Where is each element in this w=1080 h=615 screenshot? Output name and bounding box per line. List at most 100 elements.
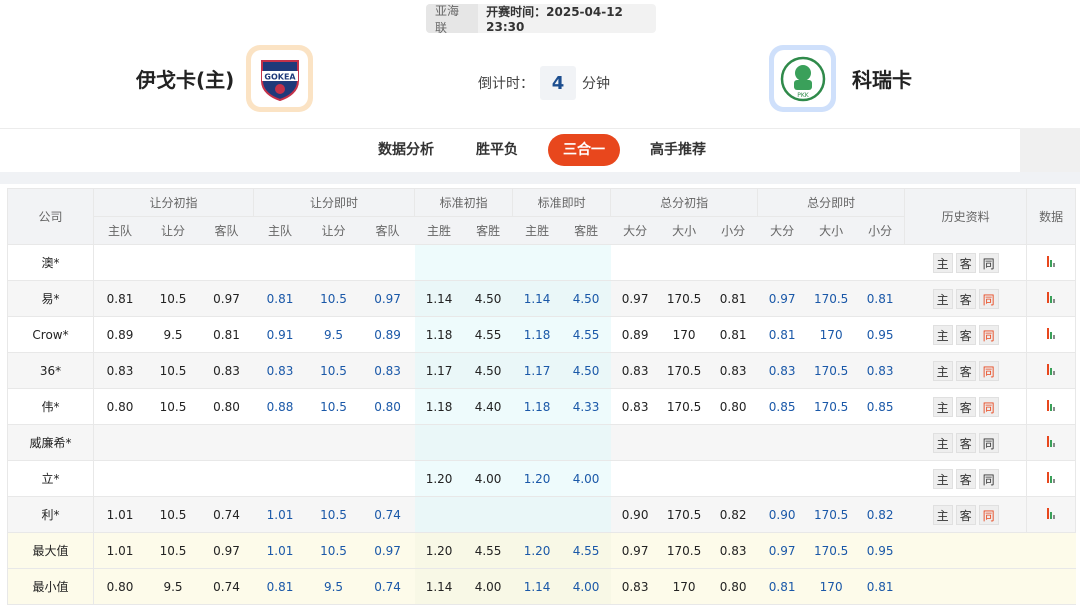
history-away-button[interactable]: 客 — [955, 324, 976, 345]
tab-win-draw-lose[interactable]: 胜平负 — [462, 134, 532, 166]
handicap-live-value: 1.01 — [253, 496, 307, 533]
handicap-live-value: 0.97 — [360, 532, 415, 569]
data-chart-cell[interactable] — [1026, 460, 1077, 497]
total-live-value: 0.85 — [757, 388, 807, 425]
handicap-live-value: 0.89 — [360, 316, 415, 353]
standard-live-value: 4.00 — [561, 568, 611, 605]
history-away-button[interactable]: 客 — [955, 360, 976, 381]
bar-chart-icon[interactable] — [1047, 471, 1056, 483]
table-row: 利* 1.01 10.5 0.74 1.01 10.5 0.74 0.90 170.5 0.82 0… — [7, 496, 1077, 533]
standard-live-value — [561, 424, 611, 461]
bar-chart-icon[interactable] — [1047, 255, 1056, 267]
data-chart-cell[interactable] — [1026, 424, 1077, 461]
total-live-value: 170.5 — [806, 532, 856, 569]
bar-chart-icon[interactable] — [1047, 291, 1056, 303]
history-home-button[interactable]: 主 — [932, 324, 953, 345]
history-same-button[interactable]: 同 — [978, 288, 999, 309]
sub-total-live-0: 大分 — [757, 216, 807, 245]
history-away-button[interactable]: 客 — [955, 504, 976, 525]
standard-initial-value: 1.18 — [414, 388, 464, 425]
standard-initial-value — [463, 424, 513, 461]
total-initial-value: 0.82 — [708, 496, 758, 533]
standard-live-value: 4.33 — [561, 388, 611, 425]
total-initial-value — [659, 424, 709, 461]
handicap-initial-value: 0.80 — [93, 568, 147, 605]
total-live-value: 0.95 — [855, 316, 905, 353]
handicap-live-value: 10.5 — [306, 280, 361, 317]
tab-data-analysis[interactable]: 数据分析 — [366, 134, 446, 166]
history-home-button[interactable]: 主 — [932, 432, 953, 453]
bar-chart-icon[interactable] — [1047, 327, 1056, 339]
history-cell: 主客同 — [904, 424, 1028, 461]
handicap-initial-value: 0.74 — [199, 568, 254, 605]
col-standard-live: 标准即时 — [512, 188, 612, 217]
history-away-button[interactable]: 客 — [955, 288, 976, 309]
total-live-value — [757, 460, 807, 497]
history-away-button[interactable]: 客 — [955, 396, 976, 417]
home-team-name[interactable]: 伊戈卡(主) — [136, 64, 234, 93]
total-initial-value: 0.83 — [610, 568, 660, 605]
history-cell: 主客同 — [904, 244, 1028, 281]
history-cell: 主客同 — [904, 352, 1028, 389]
history-home-button[interactable]: 主 — [932, 504, 953, 525]
data-chart-cell[interactable] — [1026, 316, 1077, 353]
league-tag[interactable]: 亚海联 — [426, 4, 479, 35]
bar-chart-icon[interactable] — [1047, 435, 1056, 447]
data-chart-cell[interactable] — [1026, 388, 1077, 425]
standard-live-value: 4.55 — [561, 532, 611, 569]
history-same-button[interactable]: 同 — [978, 396, 999, 417]
away-team-logo[interactable]: PKK — [769, 45, 836, 112]
handicap-initial-value: 10.5 — [146, 280, 200, 317]
bar-chart-icon[interactable] — [1047, 399, 1056, 411]
handicap-initial-value — [146, 244, 200, 281]
history-home-button[interactable]: 主 — [932, 396, 953, 417]
history-home-button[interactable]: 主 — [932, 468, 953, 489]
data-chart-cell[interactable] — [1026, 280, 1077, 317]
sub-total-initial-1: 大小 — [659, 216, 709, 245]
table-row: 立* 1.20 4.00 1.20 4.00 主客同 — [7, 460, 1077, 497]
sub-total-initial-0: 大分 — [610, 216, 660, 245]
total-live-value: 0.83 — [757, 352, 807, 389]
standard-initial-value — [463, 496, 513, 533]
data-chart-cell[interactable] — [1026, 496, 1077, 533]
history-same-button[interactable]: 同 — [978, 252, 999, 273]
total-initial-value — [659, 244, 709, 281]
total-live-value: 0.95 — [855, 532, 905, 569]
history-same-button[interactable]: 同 — [978, 360, 999, 381]
tab-expert-picks[interactable]: 高手推荐 — [640, 134, 716, 166]
history-same-button[interactable]: 同 — [978, 504, 999, 525]
standard-live-value: 1.18 — [512, 316, 562, 353]
data-chart-cell[interactable] — [1026, 244, 1077, 281]
summary-label: 最小值 — [7, 568, 94, 605]
handicap-initial-value: 0.97 — [199, 532, 254, 569]
bar-chart-icon[interactable] — [1047, 363, 1056, 375]
history-home-button[interactable]: 主 — [932, 252, 953, 273]
history-home-button[interactable]: 主 — [932, 360, 953, 381]
col-handicap-initial: 让分初指 — [92, 188, 255, 217]
handicap-initial-value — [199, 460, 254, 497]
total-live-value: 0.90 — [757, 496, 807, 533]
history-same-button[interactable]: 同 — [978, 432, 999, 453]
bar-chart-icon[interactable] — [1047, 507, 1056, 519]
history-away-button[interactable]: 客 — [955, 468, 976, 489]
history-same-button[interactable]: 同 — [978, 468, 999, 489]
total-initial-value: 0.80 — [708, 568, 758, 605]
handicap-initial-value: 0.83 — [93, 352, 147, 389]
total-initial-value: 170.5 — [659, 352, 709, 389]
history-away-button[interactable]: 客 — [955, 432, 976, 453]
history-away-button[interactable]: 客 — [955, 252, 976, 273]
standard-initial-value: 4.00 — [463, 568, 513, 605]
tab-three-in-one[interactable]: 三合一 — [548, 134, 620, 166]
away-team-name[interactable]: 科瑞卡 — [852, 64, 912, 93]
history-same-button[interactable]: 同 — [978, 324, 999, 345]
total-live-value: 0.97 — [757, 532, 807, 569]
history-home-button[interactable]: 主 — [932, 288, 953, 309]
table-row: 威廉希* 主客同 — [7, 424, 1077, 461]
total-live-value: 0.82 — [855, 496, 905, 533]
company-name: 澳* — [7, 244, 94, 281]
total-live-value: 0.81 — [855, 280, 905, 317]
standard-live-value: 1.17 — [512, 352, 562, 389]
total-initial-value: 0.97 — [610, 532, 660, 569]
data-chart-cell[interactable] — [1026, 352, 1077, 389]
home-team-logo[interactable]: GOKEA — [246, 45, 313, 112]
